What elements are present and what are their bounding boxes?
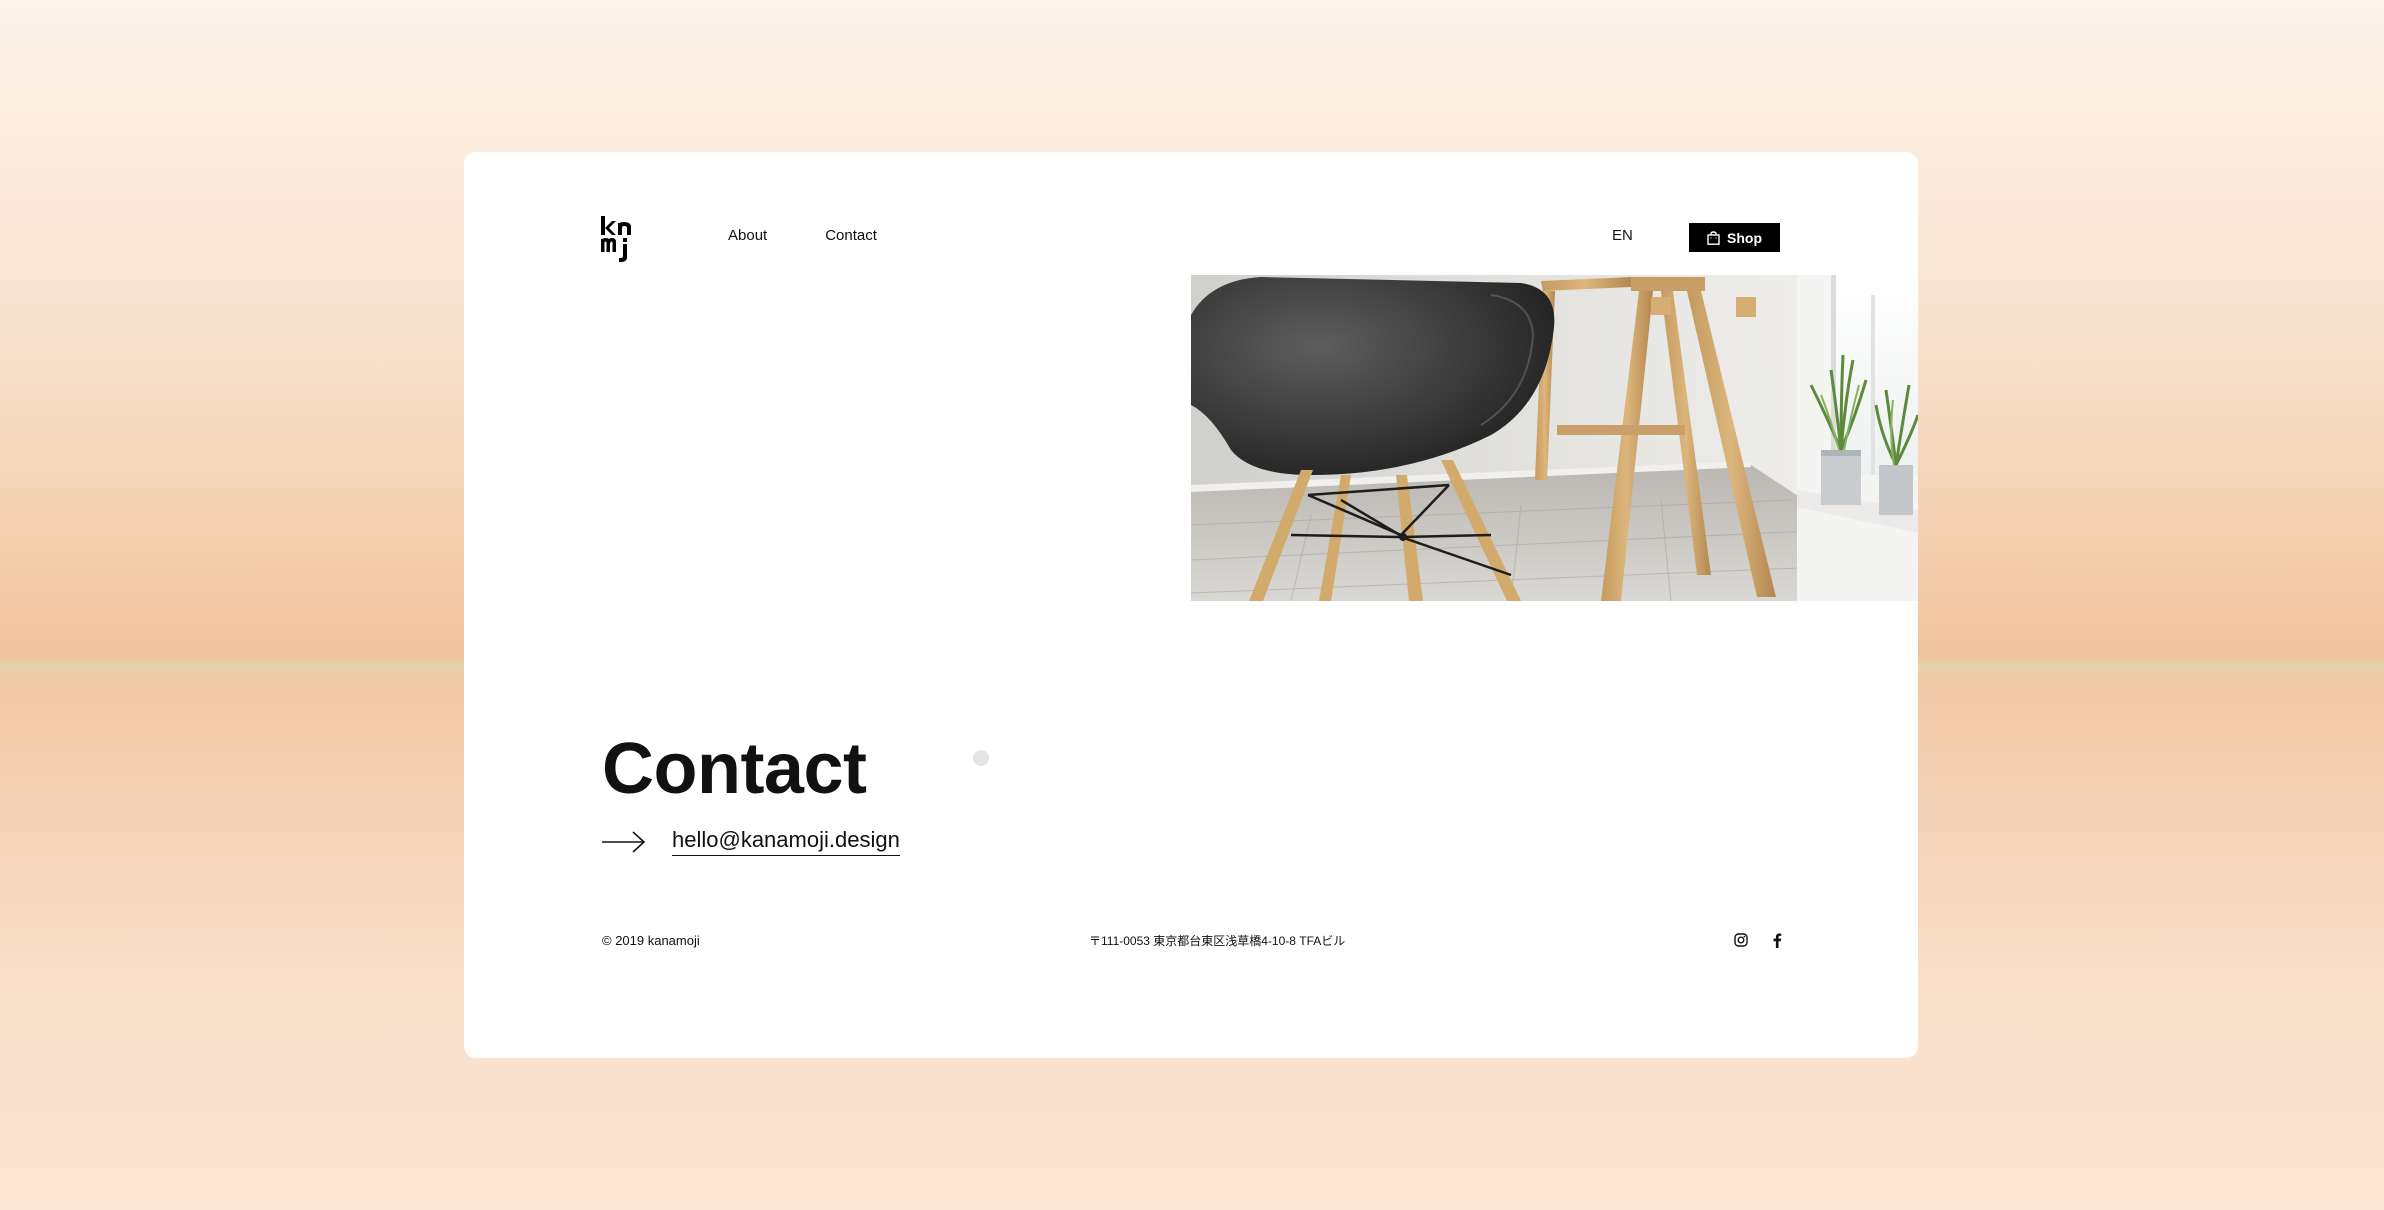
nav-contact[interactable]: Contact: [825, 226, 877, 246]
page-card: About Contact EN Shop Contact hello@kana…: [464, 152, 1918, 1058]
address: 〒111-0053 東京都台東区浅草橋4-10-8 TFAビル: [1089, 934, 1346, 948]
shop-label: Shop: [1727, 229, 1762, 246]
email-row: hello@kanamoji.design: [602, 827, 900, 856]
hero-image: [1191, 275, 1918, 601]
nav-about[interactable]: About: [728, 226, 767, 246]
instagram-icon[interactable]: [1732, 931, 1750, 949]
cursor-dot: [973, 750, 989, 766]
email-link[interactable]: hello@kanamoji.design: [672, 827, 900, 856]
page-title: Contact: [602, 729, 867, 809]
kanamoji-logo[interactable]: [601, 216, 633, 262]
main-nav: About Contact: [728, 226, 877, 246]
arrow-right-icon: [602, 830, 646, 853]
shop-button[interactable]: Shop: [1689, 223, 1780, 252]
language-switch[interactable]: EN: [1612, 226, 1633, 246]
shopping-bag-icon: [1707, 230, 1720, 245]
facebook-icon[interactable]: [1768, 931, 1786, 949]
copyright: © 2019 kanamoji: [602, 933, 700, 948]
social-links: [1732, 931, 1786, 949]
